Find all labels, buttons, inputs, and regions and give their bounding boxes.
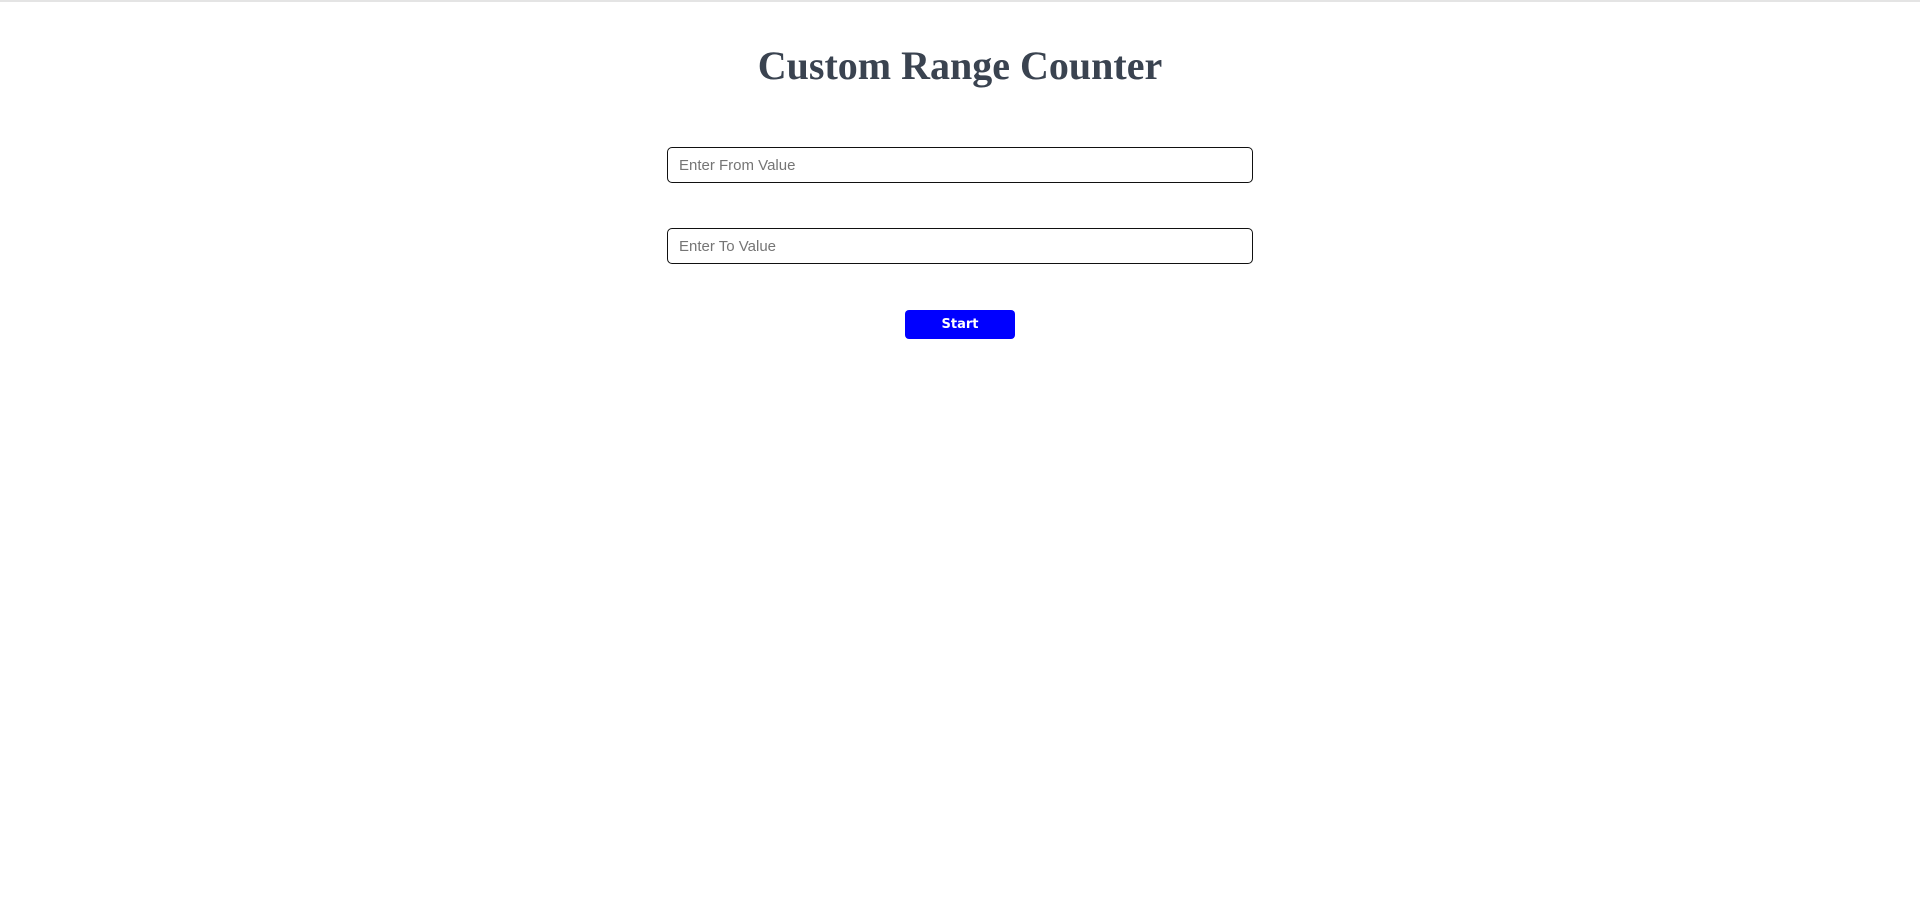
page-title: Custom Range Counter	[757, 43, 1163, 88]
to-value-input[interactable]	[667, 228, 1253, 264]
from-value-input[interactable]	[667, 147, 1253, 183]
start-button[interactable]: Start	[905, 310, 1015, 339]
